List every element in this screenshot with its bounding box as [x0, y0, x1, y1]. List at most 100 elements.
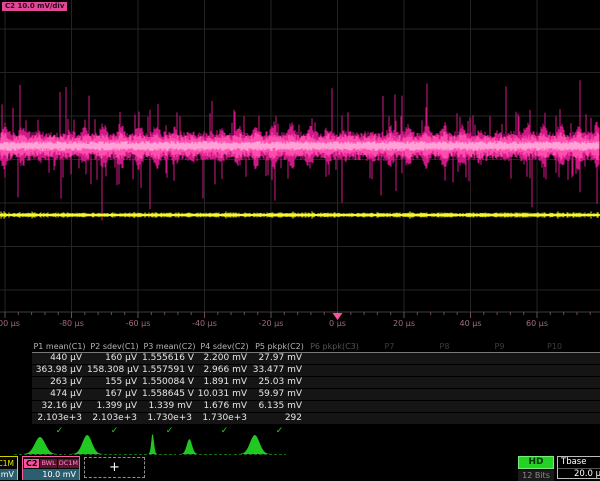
time-axis-tick-label: 0 µs [329, 319, 346, 328]
measure-column-header[interactable]: P10 [527, 342, 582, 352]
measure-cell [362, 365, 417, 376]
measure-cell: 25.03 mV [252, 377, 307, 388]
measure-cell: 1.557591 V [142, 365, 197, 376]
status-check-icon [362, 425, 417, 437]
measure-cell [307, 377, 362, 388]
measure-cell [417, 389, 472, 400]
measure-cell: 1.339 mV [142, 401, 197, 412]
time-axis-tick-label: 60 µs [526, 319, 548, 328]
measure-cell [362, 389, 417, 400]
time-axis-tick-label: 40 µs [460, 319, 482, 328]
measure-cell: 440 µV [32, 353, 87, 364]
measure-cell [527, 353, 582, 364]
measure-cell: 158.308 µV [87, 365, 142, 376]
measure-column-header[interactable]: P8 [417, 342, 472, 352]
hd-mode-indicator[interactable]: HD 12 Bits [518, 456, 554, 481]
measure-column-header[interactable]: P6 pkpk(C3) [307, 342, 362, 352]
measure-cell [417, 365, 472, 376]
measure-table: P1 mean(C1)P2 sdev(C1)P3 mean(C2)P4 sdev… [32, 342, 600, 437]
status-check-icon [527, 425, 582, 437]
measure-cell [307, 413, 362, 424]
measure-cell [417, 413, 472, 424]
measure-cell [527, 401, 582, 412]
measure-cell [527, 389, 582, 400]
histicon[interactable] [179, 433, 232, 455]
histicon[interactable] [124, 433, 177, 455]
measure-cell: 2.200 mV [197, 353, 252, 364]
measure-cell [582, 413, 600, 424]
measure-cell: 33.477 mV [252, 365, 307, 376]
hd-bits-label: 12 Bits [518, 470, 554, 481]
plus-icon: + [109, 460, 120, 475]
trace-label-c2: C2 10.0 mV/div [2, 2, 67, 11]
measure-cell: 2.103e+3 [87, 413, 142, 424]
measure-cell: 363.98 µV [32, 365, 87, 376]
measure-cell [307, 353, 362, 364]
measure-column-header[interactable]: P11 [582, 342, 600, 352]
c2-coupling-badge: DC1M [58, 459, 79, 468]
waveform-display[interactable]: C2 10.0 mV/div -100 µs-80 µs-60 µs-40 µs… [0, 0, 600, 340]
measure-cell: 1.558645 V [142, 389, 197, 400]
measure-column-header[interactable]: P3 mean(C2) [142, 342, 197, 352]
measure-column-header[interactable]: P5 pkpk(C2) [252, 342, 307, 352]
add-trace-button[interactable]: + [84, 457, 145, 478]
descriptor-bar: DC1M 20.0 mV C2 BWL DC1M 10.0 mV + HD 12… [0, 455, 600, 480]
measure-cell: 474 µV [32, 389, 87, 400]
channel-descriptor-c1[interactable]: DC1M 20.0 mV [0, 456, 18, 480]
measure-cell: 1.555616 V [142, 353, 197, 364]
measure-cell [472, 353, 527, 364]
measure-cell: 1.730e+3 [197, 413, 252, 424]
measure-cell [472, 365, 527, 376]
measure-column-header[interactable]: P4 sdev(C2) [197, 342, 252, 352]
measure-cell: 1.891 mV [197, 377, 252, 388]
measure-column-header[interactable]: P9 [472, 342, 527, 352]
measure-cell [582, 389, 600, 400]
status-check-icon [472, 425, 527, 437]
measure-cell: 32.16 µV [32, 401, 87, 412]
measure-cell [307, 389, 362, 400]
measure-cell [307, 401, 362, 412]
measure-cell: 2.103e+3 [32, 413, 87, 424]
measure-cell [527, 377, 582, 388]
histicon[interactable] [69, 433, 122, 455]
measure-column-header[interactable]: P7 [362, 342, 417, 352]
measure-cell [582, 365, 600, 376]
measure-cell: 6.135 mV [252, 401, 307, 412]
time-axis-tick-label: -80 µs [59, 319, 84, 328]
status-check-icon [582, 425, 600, 437]
measure-cell [362, 377, 417, 388]
measure-cell [472, 401, 527, 412]
c2-channel-badge: C2 [24, 459, 39, 468]
histicon[interactable] [14, 433, 67, 455]
time-axis-tick-label: -100 µs [0, 319, 20, 328]
measure-cell: 1.399 µV [87, 401, 142, 412]
measure-cell: 59.97 mV [252, 389, 307, 400]
c2-bwl-badge: BWL [40, 459, 56, 468]
measure-cell: 2.966 mV [197, 365, 252, 376]
measure-cell: 263 µV [32, 377, 87, 388]
c1-scale-value: 20.0 mV [0, 469, 17, 480]
histicon[interactable] [234, 433, 287, 455]
status-check-icon [417, 425, 472, 437]
measure-cell [472, 377, 527, 388]
measure-column-header[interactable]: P2 sdev(C1) [87, 342, 142, 352]
measure-cell [417, 401, 472, 412]
measure-cell [472, 413, 527, 424]
measure-column-header[interactable]: P1 mean(C1) [32, 342, 87, 352]
measure-cell [307, 365, 362, 376]
measure-cell: 1.676 mV [197, 401, 252, 412]
channel-descriptor-c2[interactable]: C2 BWL DC1M 10.0 mV [22, 456, 80, 480]
measure-cell [472, 389, 527, 400]
measure-cell: 27.97 mV [252, 353, 307, 364]
timebase-descriptor[interactable]: Tbase 20.0 µs/div [557, 456, 600, 479]
measure-cell: 1.730e+3 [142, 413, 197, 424]
c2-scale-value: 10.0 mV [23, 469, 79, 480]
hd-badge: HD [518, 456, 554, 469]
status-check-icon [307, 425, 362, 437]
c1-coupling-label: DC1M [0, 459, 16, 468]
measure-cell: 292 [252, 413, 307, 424]
measure-cell [362, 401, 417, 412]
measure-cell: 1.550084 V [142, 377, 197, 388]
measure-cell [527, 413, 582, 424]
time-axis-tick-label: 20 µs [393, 319, 415, 328]
